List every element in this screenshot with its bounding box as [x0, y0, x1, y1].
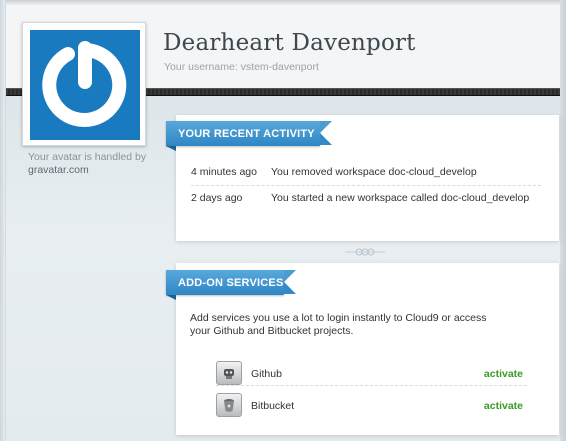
avatar-note-text: Your avatar is handled by	[28, 151, 147, 163]
section-divider	[345, 248, 385, 256]
right-edge	[560, 0, 566, 441]
activity-row: 2 days ago You started a new workspace c…	[191, 192, 541, 222]
service-row-github: Github activate	[216, 360, 527, 386]
github-icon	[216, 361, 242, 385]
username-label: Your username: vstem-davenport	[164, 61, 319, 73]
activity-text: You started a new workspace called doc-c…	[271, 192, 530, 204]
activity-row: 4 minutes ago You removed workspace doc-…	[191, 166, 541, 186]
avatar-note: Your avatar is handled by gravatar.com	[28, 151, 158, 177]
activate-bitbucket-button[interactable]: activate	[484, 400, 523, 412]
bitbucket-icon	[216, 393, 242, 417]
service-name: Github	[251, 368, 282, 380]
power-logo-icon	[42, 41, 127, 127]
avatar-frame	[22, 22, 146, 146]
activity-time: 4 minutes ago	[191, 166, 257, 178]
addon-services-heading: ADD-ON SERVICES	[166, 270, 296, 300]
gravatar-link[interactable]: gravatar.com	[28, 164, 89, 176]
service-row-bitbucket: Bitbucket activate	[216, 392, 527, 418]
avatar[interactable]	[30, 30, 140, 140]
addon-description: Add services you use a lot to login inst…	[190, 312, 487, 337]
service-name: Bitbucket	[251, 400, 295, 412]
page-title: Dearheart Davenport	[163, 30, 416, 56]
recent-activity-heading: YOUR RECENT ACTIVITY	[166, 121, 332, 151]
activity-time: 2 days ago	[191, 192, 243, 204]
activity-text: You removed workspace doc-cloud_develop	[271, 166, 477, 178]
activate-github-button[interactable]: activate	[484, 368, 523, 380]
